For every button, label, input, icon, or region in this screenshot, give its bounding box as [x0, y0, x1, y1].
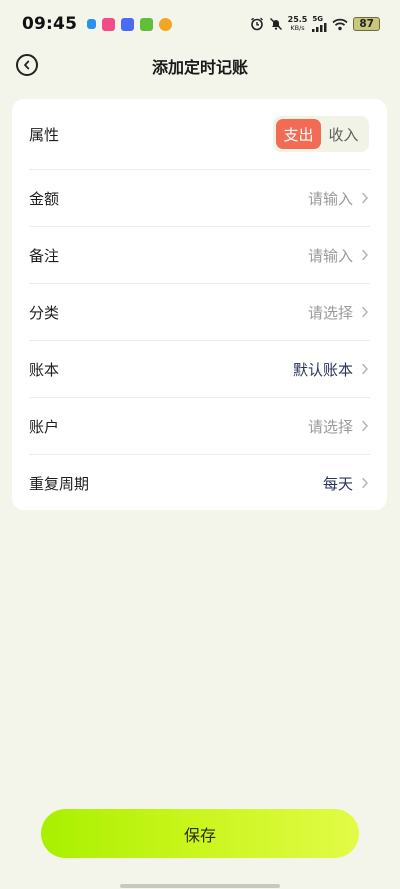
wifi-icon	[332, 18, 348, 30]
row-label: 重复周期	[29, 474, 90, 493]
chevron-right-icon	[362, 420, 369, 432]
status-bar-left: 09:45	[22, 14, 173, 34]
app-notification-icon	[121, 17, 135, 31]
chevron-right-icon	[362, 192, 369, 204]
attribute-segmented-control: 支出 收入	[273, 116, 369, 152]
alarm-icon	[250, 17, 263, 31]
screen: 09:45 25.5 KB/s 5G 87 添加定时记账 属性 支出 收入 金额…	[0, 0, 400, 889]
row-value-wrap: 每天	[323, 473, 369, 494]
app-notification-icon	[87, 19, 97, 29]
income-option[interactable]: 收入	[321, 119, 366, 149]
row-label: 属性	[29, 125, 60, 144]
network-speed: 25.5 KB/s	[287, 15, 308, 33]
form-row-category[interactable]: 分类 请选择	[12, 284, 387, 340]
account-value: 请选择	[307, 417, 353, 436]
expense-option[interactable]: 支出	[276, 119, 321, 149]
save-button[interactable]: 保存	[41, 809, 359, 858]
note-value: 请输入	[307, 246, 353, 265]
header: 添加定时记账	[0, 48, 400, 82]
form-row-account[interactable]: 账户 请选择	[12, 398, 387, 454]
battery-level: 87	[359, 18, 374, 30]
row-label: 账户	[29, 417, 60, 436]
row-label: 账本	[29, 360, 60, 379]
ledger-value: 默认账本	[292, 360, 353, 379]
network-speed-unit: KB/s	[290, 24, 305, 32]
row-value-wrap: 请选择	[308, 416, 369, 437]
app-notification-icon	[102, 17, 116, 31]
row-value-wrap: 请选择	[308, 302, 369, 323]
home-indicator[interactable]	[120, 884, 280, 888]
form-row-amount[interactable]: 金额 请输入	[12, 170, 387, 226]
cellular-signal: 5G	[312, 16, 327, 32]
row-value-wrap: 请输入	[308, 188, 369, 209]
amount-value: 请输入	[307, 189, 353, 208]
row-label: 备注	[29, 246, 60, 265]
category-value: 请选择	[307, 303, 353, 322]
row-label: 分类	[29, 303, 60, 322]
status-bar-right: 25.5 KB/s 5G 87	[250, 16, 380, 32]
form-card: 属性 支出 收入 金额 请输入 备注 请输入 分类 请选择 账本 默认账本 账户…	[12, 99, 387, 510]
signal-icon	[312, 23, 327, 32]
network-speed-value: 25.5	[287, 15, 308, 24]
app-notification-icon	[159, 17, 173, 31]
row-value-wrap: 默认账本	[293, 359, 369, 380]
repeat-value: 每天	[322, 474, 353, 493]
chevron-right-icon	[362, 306, 369, 318]
chevron-right-icon	[362, 249, 369, 261]
form-row-repeat[interactable]: 重复周期 每天	[12, 455, 387, 511]
form-row-attribute: 属性 支出 收入	[12, 99, 387, 169]
app-notification-icon	[140, 17, 154, 31]
status-time: 09:45	[22, 14, 78, 34]
chevron-right-icon	[362, 477, 369, 489]
row-value-wrap: 请输入	[308, 245, 369, 266]
row-label: 金额	[29, 189, 60, 208]
status-bar: 09:45 25.5 KB/s 5G 87	[0, 0, 400, 48]
battery-indicator: 87	[353, 17, 380, 31]
mute-bell-icon	[269, 17, 282, 31]
chevron-right-icon	[362, 363, 369, 375]
network-type: 5G	[312, 15, 323, 23]
form-row-note[interactable]: 备注 请输入	[12, 227, 387, 283]
page-title: 添加定时记账	[151, 58, 248, 77]
form-row-ledger[interactable]: 账本 默认账本	[12, 341, 387, 397]
